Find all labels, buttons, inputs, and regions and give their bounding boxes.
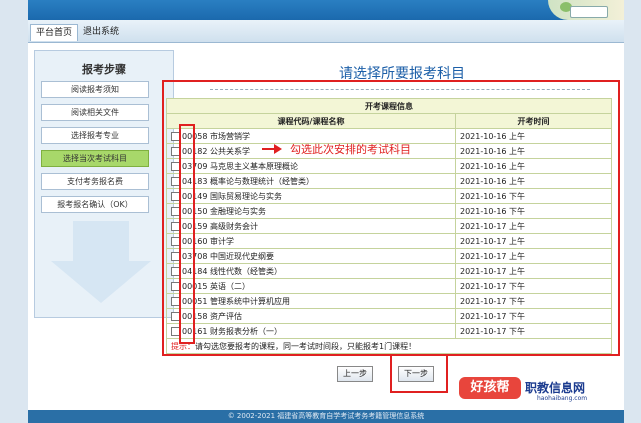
tab-home[interactable]: 平台首页 — [30, 24, 79, 41]
checkbox-highlight-box — [179, 124, 195, 344]
watermark-name: 职教信息网 — [525, 381, 586, 395]
next-highlight-box — [390, 354, 448, 393]
sidebar-item-confirm[interactable]: 报考报名确认（OK） — [41, 196, 149, 213]
down-arrow-decoration — [73, 221, 129, 261]
annotation-text: 勾选此次安排的考试科目 — [290, 143, 411, 156]
book-icon — [570, 6, 608, 18]
prev-button[interactable]: 上一步 — [337, 366, 373, 382]
sidebar-item-select-major[interactable]: 选择报考专业 — [41, 127, 149, 144]
top-banner — [28, 0, 624, 20]
sidebar-item-pay-fee[interactable]: 支付考务报名费 — [41, 173, 149, 190]
annotation-arrowhead-icon — [274, 144, 282, 154]
footer: © 2002-2021 福建省高等教育自学考试考务考籍管理信息系统 — [28, 410, 624, 423]
down-arrow-icon — [51, 261, 151, 303]
main-content: 报考步骤 阅读报考须知 阅读相关文件 选择报考专业 选择当次考试科目 支付考务报… — [28, 43, 624, 410]
sidebar-item-read-notice[interactable]: 阅读报考须知 — [41, 81, 149, 98]
tab-logout[interactable]: 退出系统 — [78, 24, 124, 40]
nav-bar: 平台首页 退出系统 — [28, 20, 624, 43]
watermark-badge: 好孩帮 — [459, 377, 521, 399]
watermark-url: haohaibang.com — [537, 395, 588, 402]
sidebar-item-select-subjects[interactable]: 选择当次考试科目 — [41, 150, 149, 167]
logo-illustration — [548, 0, 624, 20]
sidebar-item-read-files[interactable]: 阅读相关文件 — [41, 104, 149, 121]
table-highlight-box — [162, 80, 620, 356]
sidebar-title: 报考步骤 — [82, 63, 126, 76]
steps-sidebar: 报考步骤 阅读报考须知 阅读相关文件 选择报考专业 选择当次考试科目 支付考务报… — [34, 50, 174, 318]
